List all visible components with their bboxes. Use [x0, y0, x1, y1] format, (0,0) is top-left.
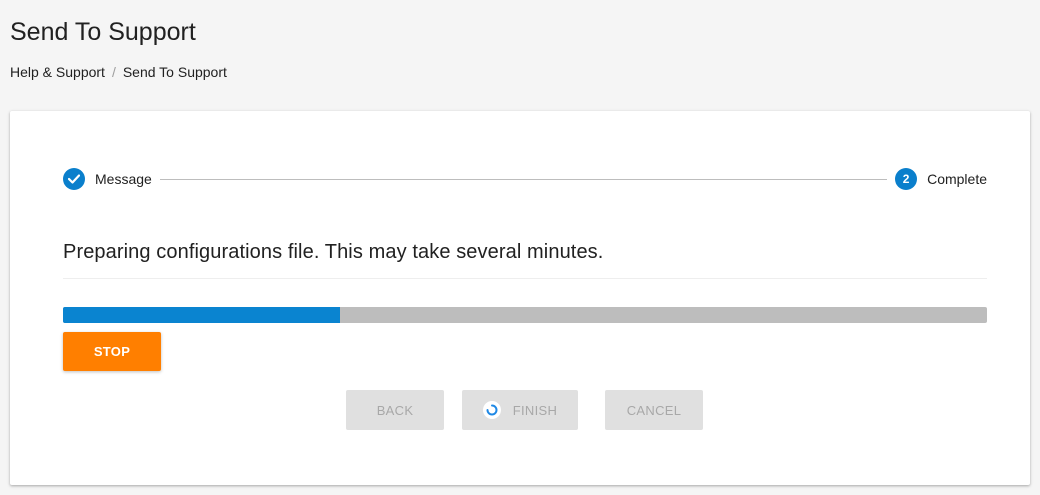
- stepper: Message 2 Complete: [63, 168, 987, 190]
- step-message-label: Message: [95, 171, 152, 187]
- finish-button-label: FINISH: [512, 402, 558, 418]
- stop-button[interactable]: STOP: [63, 332, 161, 371]
- check-icon: [63, 168, 85, 190]
- breadcrumb-help-support[interactable]: Help & Support: [10, 64, 105, 80]
- step-message: Message: [63, 168, 160, 190]
- page-header: Send To Support Help & Support / Send To…: [10, 16, 227, 80]
- step-complete-label: Complete: [927, 171, 987, 187]
- cancel-button[interactable]: CANCEL: [605, 390, 703, 430]
- breadcrumb-current: Send To Support: [122, 64, 227, 80]
- finish-button[interactable]: FINISH: [462, 390, 578, 430]
- breadcrumb-separator: /: [111, 64, 116, 80]
- breadcrumb: Help & Support / Send To Support: [10, 64, 227, 80]
- step-complete: 2 Complete: [887, 168, 987, 190]
- progress-bar-fill: [63, 307, 341, 323]
- wizard-card: Message 2 Complete Preparing configurati…: [10, 111, 1030, 485]
- page-title: Send To Support: [10, 18, 196, 46]
- status-message: Preparing configurations file. This may …: [63, 241, 604, 263]
- divider: [63, 278, 987, 279]
- progress-bar: [63, 307, 987, 323]
- stepper-connector-line: [63, 179, 987, 180]
- loading-spinner-icon: [482, 401, 501, 419]
- back-button[interactable]: BACK: [346, 390, 444, 430]
- step-number-badge: 2: [895, 168, 918, 190]
